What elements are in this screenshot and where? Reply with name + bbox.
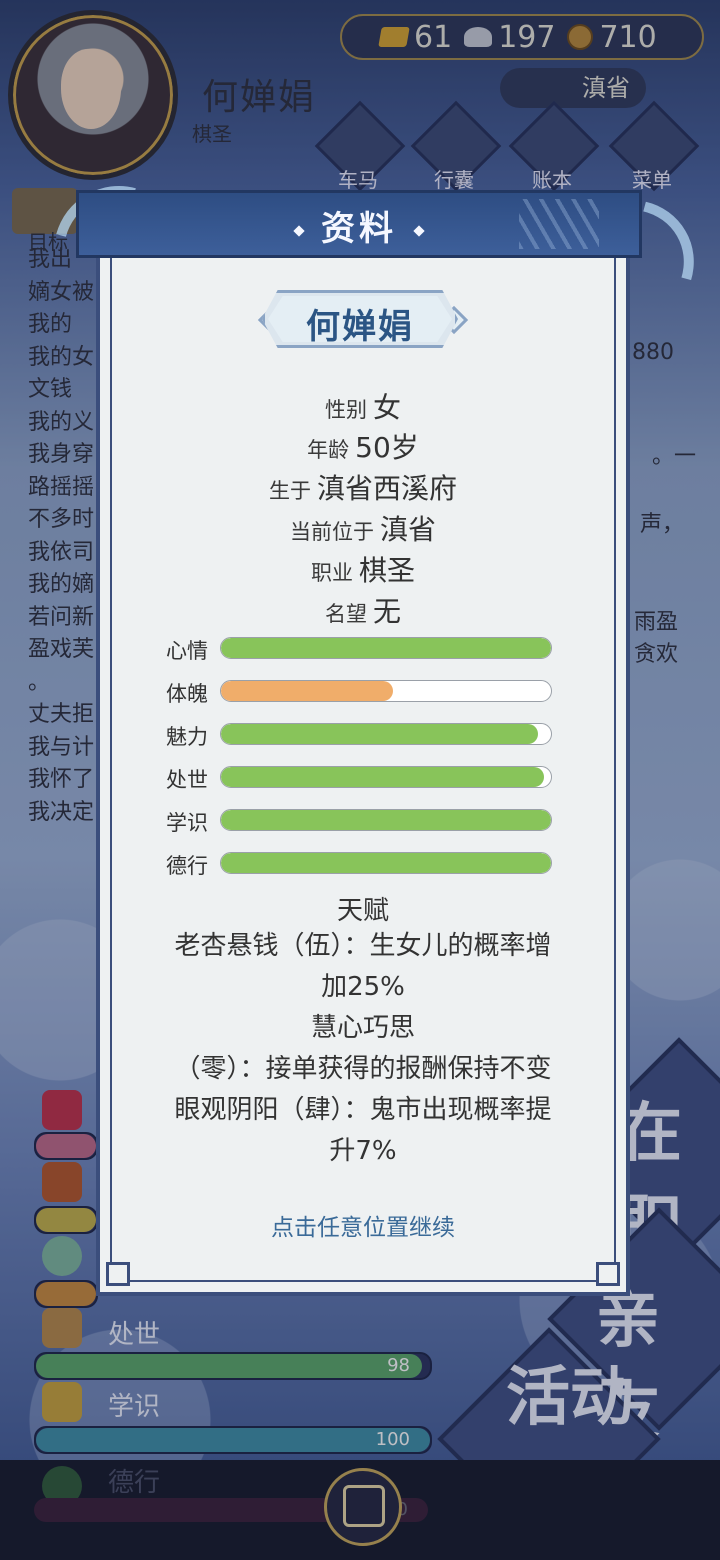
talent-line: 眼观阴阳（肆）：鬼市出现概率提	[174, 1095, 552, 1125]
info-key: 当前位于	[289, 520, 374, 544]
continue-hint[interactable]: 点击任意位置继续	[96, 1208, 630, 1242]
attribute-bar	[220, 809, 552, 831]
attribute-label: 处世	[166, 768, 208, 792]
character-name: 何婵娟	[306, 307, 414, 347]
info-occupation: 职业 棋圣	[96, 549, 630, 589]
attribute-bar-fill	[221, 724, 538, 744]
frame-corner	[596, 1262, 620, 1286]
talent-heading: 天赋	[336, 896, 389, 926]
talent-line: 加25%	[321, 972, 405, 1002]
info-value: 滇省西溪府	[316, 472, 457, 505]
talent-line: 慧心巧思	[310, 1013, 415, 1043]
info-gender: 性别女	[96, 386, 630, 426]
attribute-label: 魅力	[166, 725, 208, 749]
info-value: 女	[372, 391, 401, 424]
diamond-dot-icon	[413, 224, 425, 237]
attribute-label: 学识	[166, 811, 208, 835]
name-plate: 何婵娟	[262, 290, 458, 348]
attribute-bar-fill	[221, 638, 551, 658]
attribute-label: 心情	[166, 639, 208, 663]
attribute-label: 体魄	[166, 682, 208, 706]
info-key: 性别	[324, 398, 367, 422]
attribute-bar	[220, 766, 552, 788]
attribute-bar-fill	[221, 853, 551, 873]
info-birthplace: 生于 滇省西溪府	[96, 467, 630, 507]
attribute-bar-fill	[221, 681, 393, 701]
attribute-bar-fill	[221, 767, 545, 787]
info-key: 职业	[310, 561, 353, 585]
info-key: 年龄	[307, 438, 350, 462]
attribute-bar	[220, 852, 552, 874]
info-key: 生于	[268, 479, 311, 503]
info-value: 滇省	[379, 513, 436, 546]
frame-corner	[106, 1262, 130, 1286]
modal-title-text: 资料	[321, 209, 397, 249]
attribute-label: 德行	[166, 854, 208, 878]
talent-line: 老杏悬钱（伍）：生女儿的概率增	[174, 931, 552, 961]
talent-line: 升7%	[329, 1136, 397, 1166]
info-value: 50岁	[355, 431, 419, 464]
modal-title: 资料	[79, 201, 639, 250]
diamond-dot-icon	[293, 224, 305, 237]
info-current-location: 当前位于 滇省	[96, 508, 630, 548]
info-value: 无	[372, 595, 401, 628]
attribute-bar	[220, 723, 552, 745]
info-value: 棋圣	[358, 554, 415, 587]
info-key: 名望	[324, 602, 367, 626]
attribute-bar-fill	[221, 810, 551, 830]
talent-line: （零）：接单获得的报酬保持不变	[174, 1054, 552, 1084]
info-age: 年龄 50岁	[96, 426, 630, 466]
attribute-bar	[220, 680, 552, 702]
info-fame: 名望无	[96, 590, 630, 630]
attribute-bar	[220, 637, 552, 659]
modal-header: 资料	[76, 190, 642, 258]
